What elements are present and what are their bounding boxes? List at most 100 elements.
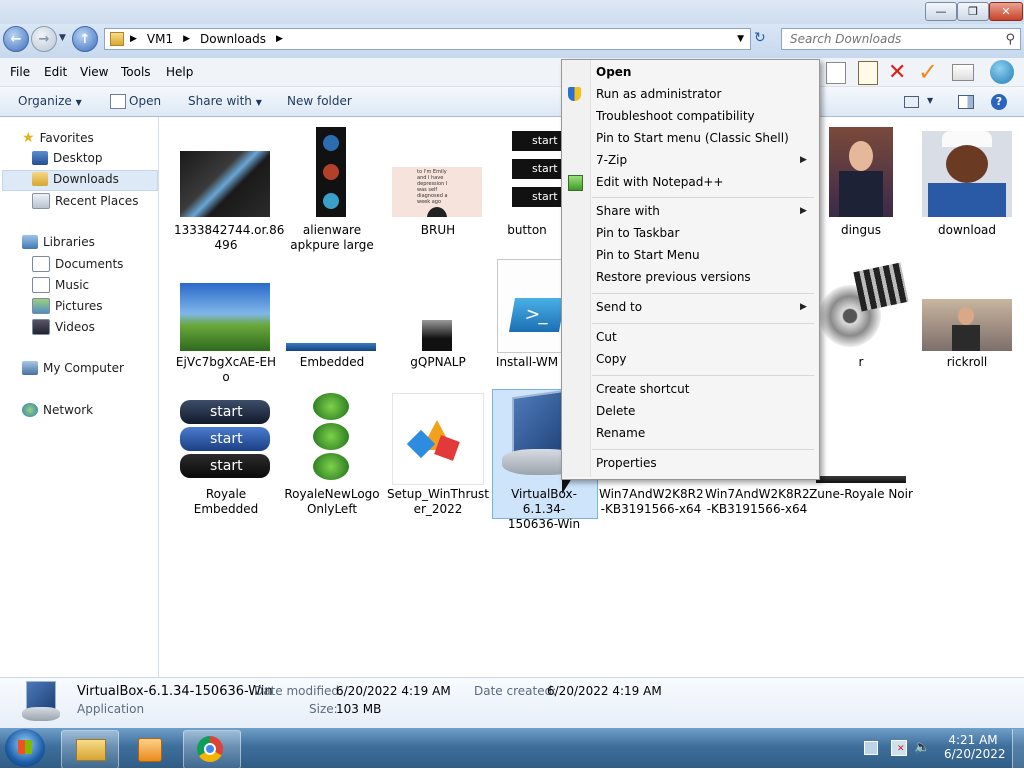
- file-thumbnail[interactable]: [922, 299, 1012, 351]
- help-icon[interactable]: ?: [991, 94, 1007, 110]
- search-input[interactable]: [788, 31, 1002, 47]
- clock[interactable]: 4:21 AM 6/20/2022: [944, 733, 1006, 761]
- file-label[interactable]: Win7AndW2K8R2 -KB3191566-x64: [705, 487, 810, 517]
- file-label[interactable]: Install-WM: [492, 355, 562, 370]
- file-label[interactable]: 1333842744.or.86 496: [174, 223, 284, 253]
- file-label[interactable]: Embedded: [280, 355, 384, 370]
- nav-network[interactable]: Network: [22, 403, 93, 417]
- nav-videos[interactable]: Videos: [32, 319, 95, 335]
- file-thumbnail[interactable]: [392, 393, 484, 485]
- menu-tools[interactable]: Tools: [121, 65, 151, 79]
- nav-libraries[interactable]: Libraries: [22, 235, 95, 249]
- file-thumbnail[interactable]: to I'm Emily and I have depression I was…: [392, 167, 482, 217]
- file-thumbnail[interactable]: [422, 320, 452, 351]
- taskbar-chrome-button[interactable]: [183, 730, 241, 769]
- ctx-pin-start[interactable]: Pin to Start Menu: [596, 248, 700, 262]
- ctx-run-as-admin[interactable]: Run as administrator: [596, 87, 721, 101]
- search-box[interactable]: ⚲: [781, 28, 1021, 50]
- back-button[interactable]: ←: [3, 26, 29, 52]
- file-thumbnail[interactable]: [316, 127, 346, 217]
- file-label[interactable]: EjVc7bgXcAE-EH o: [174, 355, 278, 385]
- preview-pane-icon[interactable]: [958, 95, 974, 109]
- nav-pictures[interactable]: Pictures: [32, 298, 103, 314]
- file-thumbnail[interactable]: [180, 283, 270, 351]
- forward-button[interactable]: →: [31, 26, 57, 52]
- nav-music[interactable]: Music: [32, 277, 89, 293]
- ctx-pin-taskbar[interactable]: Pin to Taskbar: [596, 226, 679, 240]
- file-thumbnail[interactable]: [922, 131, 1012, 217]
- file-label[interactable]: Zune-Royale Noir: [809, 487, 913, 502]
- file-label[interactable]: VirtualBox-6.1.34- 150636-Win: [492, 487, 596, 532]
- file-label[interactable]: dingus: [809, 223, 913, 238]
- file-thumbnail[interactable]: [313, 393, 349, 483]
- ctx-open[interactable]: Open: [596, 65, 631, 79]
- ctx-restore-versions[interactable]: Restore previous versions: [596, 270, 751, 284]
- ctx-7zip[interactable]: 7-Zip: [596, 153, 627, 167]
- ctx-delete[interactable]: Delete: [596, 404, 635, 418]
- nav-favorites[interactable]: ★ Favorites: [22, 130, 94, 146]
- copy-toolbar-icon[interactable]: [826, 62, 846, 84]
- organize-button[interactable]: Organize ▼: [18, 94, 82, 108]
- menu-view[interactable]: View: [80, 65, 108, 79]
- check-toolbar-icon[interactable]: ✓: [918, 58, 938, 86]
- breadcrumb-downloads[interactable]: Downloads: [200, 32, 266, 46]
- file-label[interactable]: Royale Embedded: [174, 487, 278, 517]
- ctx-rename[interactable]: Rename: [596, 426, 645, 440]
- nav-documents[interactable]: Documents: [32, 256, 123, 272]
- address-dropdown-icon[interactable]: ▼: [737, 34, 744, 44]
- file-thumbnail[interactable]: start start start: [512, 131, 562, 217]
- ctx-create-shortcut[interactable]: Create shortcut: [596, 382, 689, 396]
- file-thumbnail[interactable]: start start start: [180, 400, 270, 483]
- file-thumbnail[interactable]: [180, 151, 270, 217]
- file-thumbnail[interactable]: [829, 127, 893, 217]
- properties-toolbar-icon[interactable]: [952, 64, 974, 81]
- file-label[interactable]: alienware apkpure large: [280, 223, 384, 253]
- show-desktop-button[interactable]: [1012, 729, 1024, 768]
- open-button[interactable]: Open: [129, 94, 161, 108]
- nav-downloads[interactable]: Downloads: [32, 172, 119, 186]
- menu-help[interactable]: Help: [166, 65, 193, 79]
- taskbar-explorer-button[interactable]: [61, 730, 119, 769]
- volume-icon[interactable]: 🔈: [914, 740, 930, 755]
- ctx-pin-start-classic[interactable]: Pin to Start menu (Classic Shell): [596, 131, 789, 145]
- refresh-icon[interactable]: ↻: [754, 30, 766, 46]
- file-thumbnail[interactable]: [816, 476, 906, 483]
- delete-toolbar-icon[interactable]: ✕: [888, 60, 906, 85]
- minimize-button[interactable]: —: [925, 2, 957, 21]
- globe-toolbar-icon[interactable]: [990, 60, 1014, 84]
- nav-desktop[interactable]: Desktop: [32, 151, 103, 165]
- start-button[interactable]: [5, 729, 45, 767]
- menu-file[interactable]: File: [10, 65, 30, 79]
- ctx-copy[interactable]: Copy: [596, 352, 626, 366]
- search-icon[interactable]: ⚲: [1005, 32, 1015, 47]
- file-label[interactable]: r: [809, 355, 913, 370]
- action-center-icon[interactable]: [864, 741, 878, 755]
- ctx-troubleshoot[interactable]: Troubleshoot compatibility: [596, 109, 755, 123]
- up-button[interactable]: ↑: [72, 26, 98, 52]
- nav-my-computer[interactable]: My Computer: [22, 361, 124, 375]
- maximize-button[interactable]: ❐: [957, 2, 989, 21]
- file-label[interactable]: rickroll: [915, 355, 1019, 370]
- file-label[interactable]: gQPNALP: [386, 355, 490, 370]
- file-label[interactable]: Setup_WinThrust er_2022: [386, 487, 490, 517]
- ctx-edit-notepad[interactable]: Edit with Notepad++: [596, 175, 723, 189]
- ctx-share-with[interactable]: Share with: [596, 204, 660, 218]
- file-label[interactable]: RoyaleNewLogo OnlyLeft: [280, 487, 384, 517]
- share-with-button[interactable]: Share with ▼: [188, 94, 262, 108]
- view-dropdown-icon[interactable]: ▼: [927, 96, 933, 105]
- file-thumbnail[interactable]: >_: [497, 259, 565, 353]
- ctx-properties[interactable]: Properties: [596, 456, 657, 470]
- ctx-cut[interactable]: Cut: [596, 330, 617, 344]
- ctx-send-to[interactable]: Send to: [596, 300, 642, 314]
- file-label[interactable]: BRUH: [386, 223, 490, 238]
- menu-edit[interactable]: Edit: [44, 65, 67, 79]
- file-thumbnail[interactable]: [286, 343, 376, 351]
- breadcrumb-vm1[interactable]: VM1: [147, 32, 173, 46]
- paste-toolbar-icon[interactable]: [858, 61, 878, 85]
- address-bar[interactable]: ▶ VM1 ▶ Downloads ▶ ▼: [104, 28, 751, 50]
- new-folder-button[interactable]: New folder: [287, 94, 352, 108]
- nav-recent-places[interactable]: Recent Places: [32, 193, 138, 209]
- file-label[interactable]: download: [915, 223, 1019, 238]
- recent-pages-dropdown[interactable]: ▼: [59, 33, 66, 43]
- change-view-icon[interactable]: [904, 96, 919, 108]
